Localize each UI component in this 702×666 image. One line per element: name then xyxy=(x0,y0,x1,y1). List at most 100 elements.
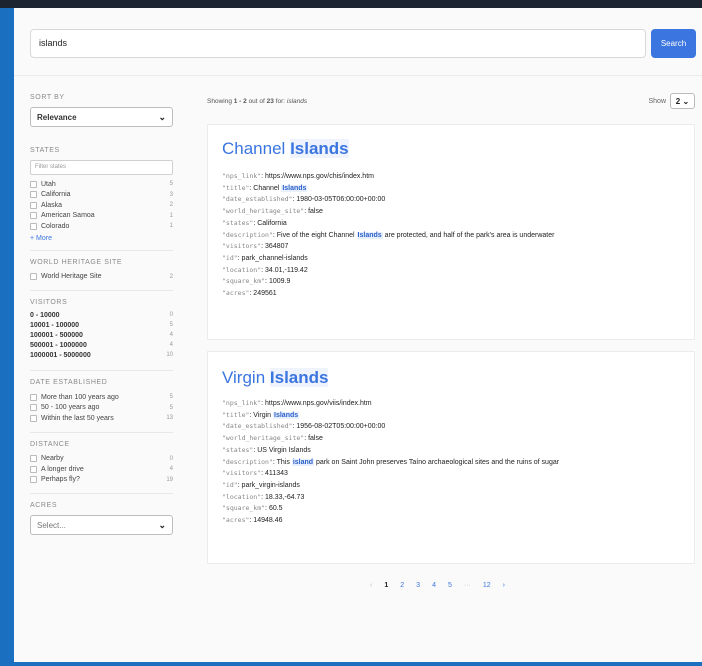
paging-info: Showing 1 - 2 out of 23 for: islands Sho… xyxy=(207,93,695,109)
checkbox[interactable] xyxy=(30,414,37,422)
pagination-next[interactable]: › xyxy=(503,582,505,589)
search-input[interactable]: islands xyxy=(30,29,646,58)
state-option[interactable]: American Samoa 1 xyxy=(30,211,173,222)
checkbox[interactable] xyxy=(30,404,37,412)
visitors-range[interactable]: 10001 - 100000 5 xyxy=(30,322,173,332)
option-count: 1 xyxy=(169,223,173,230)
result-card: Channel Islands "nps_link": https://www.… xyxy=(207,124,695,340)
range-label: 0 - 10000 xyxy=(30,312,60,319)
results-per-page: Show 2 ⌄ xyxy=(648,93,695,109)
established-option[interactable]: 50 - 100 years ago 5 xyxy=(30,403,173,414)
paging-summary: Showing 1 - 2 out of 23 for: islands xyxy=(207,97,308,105)
acres-title: ACRES xyxy=(30,502,58,509)
checkbox[interactable] xyxy=(30,191,37,199)
page-link[interactable]: 3 xyxy=(416,582,420,589)
visitors-range[interactable]: 1000001 - 5000000 10 xyxy=(30,352,173,362)
option-label: World Heritage Site xyxy=(41,273,102,281)
search-button[interactable]: Search xyxy=(651,29,696,58)
acres-placeholder: Select... xyxy=(37,520,66,530)
range-count: 4 xyxy=(169,332,173,338)
checkbox[interactable] xyxy=(30,465,37,473)
established-option[interactable]: More than 100 years ago 5 xyxy=(30,392,173,403)
distance-option[interactable]: Perhaps fly? 19 xyxy=(30,475,173,486)
result-title[interactable]: Channel Islands xyxy=(222,139,349,159)
acres-select[interactable]: Select... ⌄ xyxy=(30,515,173,535)
option-label: Colorado xyxy=(41,222,70,230)
states-filter-input[interactable]: Filter states xyxy=(30,160,173,175)
option-label: Within the last 50 years xyxy=(41,414,114,422)
option-count: 3 xyxy=(169,191,173,198)
whs-option[interactable]: World Heritage Site 2 xyxy=(30,272,173,283)
range-count: 0 xyxy=(169,312,173,318)
range-count: 10 xyxy=(166,352,173,358)
option-count: 13 xyxy=(166,415,173,422)
option-count: 19 xyxy=(166,476,173,483)
range-label: 500001 - 1000000 xyxy=(30,342,87,349)
distance-option[interactable]: Nearby 0 xyxy=(30,454,173,465)
option-count: 5 xyxy=(169,394,173,401)
pagination-prev[interactable]: ‹ xyxy=(370,582,372,589)
established-option[interactable]: Within the last 50 years 13 xyxy=(30,413,173,424)
checkbox[interactable] xyxy=(30,455,37,463)
range-label: 1000001 - 5000000 xyxy=(30,352,91,359)
option-count: 2 xyxy=(169,202,173,209)
established-title: DATE ESTABLISHED xyxy=(30,379,108,386)
results-per-page-select[interactable]: 2 ⌄ xyxy=(670,93,695,109)
result-title[interactable]: Virgin Islands xyxy=(222,368,329,388)
bottom-strip xyxy=(0,662,702,666)
page-link[interactable]: 4 xyxy=(432,582,436,589)
distance-title: DISTANCE xyxy=(30,440,70,448)
divider xyxy=(30,493,173,494)
page-link[interactable]: 2 xyxy=(400,582,404,589)
pagination: ‹ 1 2 3 4 5 ··· 12 › xyxy=(370,582,517,589)
range-count: 4 xyxy=(169,342,173,348)
option-label: American Samoa xyxy=(41,212,95,220)
sort-select[interactable]: Relevance ⌄ xyxy=(30,107,173,127)
top-bar xyxy=(0,0,702,8)
checkbox[interactable] xyxy=(30,180,37,188)
checkbox[interactable] xyxy=(30,393,37,401)
divider xyxy=(30,249,173,251)
page-link[interactable]: 1 xyxy=(384,582,388,589)
option-count: 5 xyxy=(169,404,173,411)
divider xyxy=(30,290,173,291)
option-count: 4 xyxy=(169,466,173,473)
search-header: islands Search xyxy=(14,8,702,76)
divider xyxy=(30,370,173,371)
state-option[interactable]: Utah 5 xyxy=(30,179,173,190)
more-states-link[interactable]: + More xyxy=(30,235,173,242)
chevron-down-icon: ⌄ xyxy=(158,111,166,122)
option-label: Utah xyxy=(41,180,56,188)
visitors-range[interactable]: 500001 - 1000000 4 xyxy=(30,342,173,352)
option-count: 0 xyxy=(169,455,173,462)
page-link[interactable]: 5 xyxy=(448,582,452,589)
option-count: 5 xyxy=(169,181,173,188)
pagination-ellipsis: ··· xyxy=(463,582,471,589)
distance-option[interactable]: A longer drive 4 xyxy=(30,464,173,475)
search-app: islands Search SORT BY Relevance ⌄ STATE… xyxy=(14,8,702,662)
page-link[interactable]: 12 xyxy=(483,582,491,589)
state-option[interactable]: California 3 xyxy=(30,190,173,201)
checkbox[interactable] xyxy=(30,476,37,484)
option-label: California xyxy=(41,191,71,199)
option-count: 1 xyxy=(169,212,173,219)
checkbox[interactable] xyxy=(30,222,37,230)
chevron-down-icon: ⌄ xyxy=(158,519,166,530)
states-title: STATES xyxy=(30,147,60,154)
option-label: Nearby xyxy=(41,455,64,463)
checkbox[interactable] xyxy=(30,201,37,209)
state-option[interactable]: Colorado 1 xyxy=(30,221,173,232)
sort-title: SORT BY xyxy=(30,94,65,101)
checkbox[interactable] xyxy=(30,273,37,281)
result-card: Virgin Islands "nps_link": https://www.n… xyxy=(207,351,695,564)
option-label: Perhaps fly? xyxy=(41,476,80,484)
range-count: 5 xyxy=(169,322,173,328)
checkbox[interactable] xyxy=(30,212,37,220)
sidebar: SORT BY Relevance ⌄ STATES Filter states… xyxy=(30,94,173,535)
visitors-range[interactable]: 100001 - 500000 4 xyxy=(30,332,173,342)
visitors-range[interactable]: 0 - 10000 0 xyxy=(30,312,173,322)
state-option[interactable]: Alaska 2 xyxy=(30,200,173,211)
range-label: 10001 - 100000 xyxy=(30,322,80,329)
option-label: 50 - 100 years ago xyxy=(41,404,100,412)
option-label: More than 100 years ago xyxy=(41,393,119,401)
